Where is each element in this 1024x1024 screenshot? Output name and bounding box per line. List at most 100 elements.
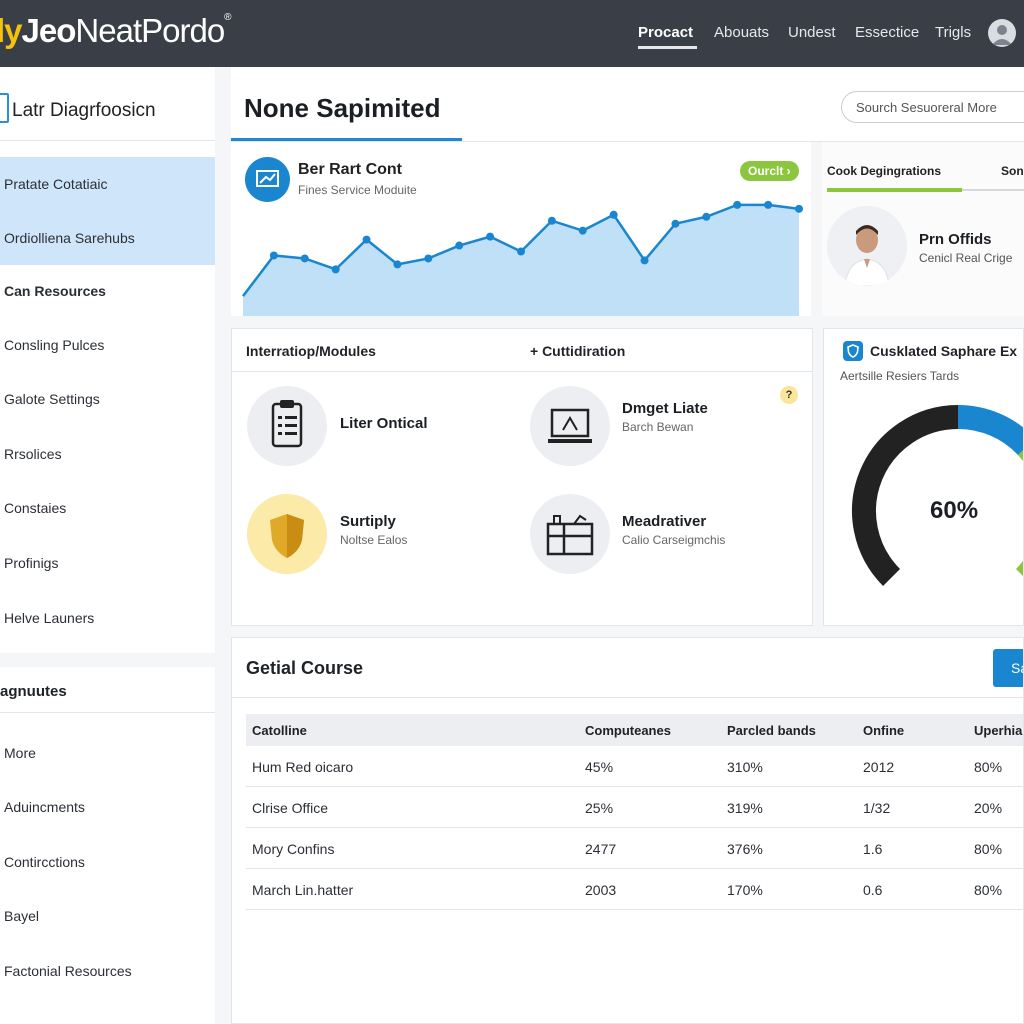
module-title[interactable]: Surtiply	[340, 513, 396, 530]
chart-subtitle: Fines Service Moduite	[298, 183, 417, 197]
chart-badge-button[interactable]: Ourclt ›	[740, 161, 799, 181]
gauge-ring	[852, 405, 1023, 586]
chart-data-point[interactable]	[517, 247, 525, 256]
tab-cook-degingrations[interactable]: Cook Degingrations	[827, 164, 941, 178]
table-cell: 80%	[974, 841, 1003, 857]
brand-logo-part: Jeo	[21, 12, 77, 49]
table-cell: 20%	[974, 800, 1003, 816]
nav-item-procact[interactable]: Procact	[638, 24, 693, 41]
table-cell: 0.6	[863, 882, 883, 898]
column-header[interactable]: Parcled bands	[727, 723, 816, 738]
sidebar-item-constaies[interactable]: Constaies	[0, 481, 215, 535]
sidebar-header: Latr Diagrfoosicn	[0, 67, 215, 141]
chart-title: Ber Rart Cont	[298, 161, 403, 178]
chart-data-point[interactable]	[331, 265, 340, 274]
table-cell: 310%	[727, 759, 763, 775]
table-cell: 2003	[585, 882, 617, 898]
column-header[interactable]: Catolline	[252, 723, 307, 738]
sidebar-item-profinigs[interactable]: Profinigs	[0, 536, 215, 590]
table-cell: 25%	[585, 800, 614, 816]
course-title: Getial Course	[246, 658, 364, 678]
sidebar-item-can-resources[interactable]: Can Resources	[0, 264, 215, 318]
course-action-button[interactable]: Sa	[993, 649, 1023, 687]
table-cell: 2012	[863, 759, 895, 775]
module-subtitle: Noltse Ealos	[340, 533, 408, 547]
nav-active-underline	[638, 46, 697, 49]
tab-active-indicator	[827, 188, 962, 192]
chart-data-point[interactable]	[362, 235, 371, 244]
module-subtitle: Barch Bewan	[622, 420, 694, 434]
help-icon[interactable]: ?	[780, 386, 798, 404]
profile-panel: Cook Degingrations Son Prn Offids Cenicl…	[822, 142, 1024, 316]
workbench-icon[interactable]	[530, 494, 610, 574]
brand-logo[interactable]: lyJeoNeatPordo®	[0, 12, 232, 50]
sidebar-item-rrsolices[interactable]: Rrsolices	[0, 427, 215, 481]
chart-data-point[interactable]	[547, 216, 556, 225]
table-header: Catolline Computeanes Parcled bands Onfi…	[246, 714, 1023, 746]
column-header[interactable]: Uperhia	[974, 723, 1022, 738]
table-row[interactable]: Hum Red oicaro 45% 310% 2012 80%	[246, 746, 1023, 787]
chart-data-point[interactable]	[640, 256, 649, 265]
chart-data-point[interactable]	[455, 241, 464, 250]
sidebar-item-helve-launers[interactable]: Helve Launers	[0, 591, 215, 645]
table-cell: Clrise Office	[252, 800, 328, 816]
nav-item-essectice[interactable]: Essectice	[855, 24, 919, 41]
sidebar-item-more[interactable]: More	[0, 726, 215, 780]
table-cell: 170%	[727, 882, 763, 898]
chart-card-icon	[245, 157, 290, 202]
user-avatar-icon[interactable]	[988, 19, 1016, 47]
chart-data-point[interactable]	[393, 260, 402, 269]
nav-item-undest[interactable]: Undest	[788, 24, 836, 41]
module-title[interactable]: Liter Ontical	[340, 415, 428, 432]
table-cell: 45%	[585, 759, 614, 775]
chart-data-point[interactable]	[702, 212, 711, 221]
table-cell: 80%	[974, 882, 1003, 898]
chart-data-point[interactable]	[486, 232, 495, 241]
module-title[interactable]: Dmget Liate	[622, 400, 708, 417]
table-cell: Mory Confins	[252, 841, 335, 857]
chart-data-point[interactable]	[671, 219, 680, 228]
chart-data-point[interactable]	[764, 200, 773, 209]
sidebar-item-ordiolliena[interactable]: Ordiolliena Sarehubs	[0, 211, 215, 265]
chart-data-point[interactable]	[795, 204, 803, 213]
table-row[interactable]: March Lin.hatter 2003 170% 0.6 80%	[246, 869, 1023, 910]
chart-data-point[interactable]	[578, 226, 587, 235]
monitor-icon[interactable]	[530, 386, 610, 466]
chart-data-point[interactable]	[269, 251, 278, 260]
table-cell: March Lin.hatter	[252, 882, 354, 898]
gauge-value: 60%	[930, 497, 979, 524]
top-navbar: lyJeoNeatPordo® Procact Abouats Undest E…	[0, 0, 1024, 67]
sidebar-section-title: agnuutes	[0, 667, 215, 713]
column-header[interactable]: Computeanes	[585, 723, 671, 738]
table-row[interactable]: Clrise Office 25% 319% 1/32 20%	[246, 787, 1023, 828]
modules-heading: Interratiop/Modules	[246, 343, 376, 359]
chart-data-point[interactable]	[424, 254, 433, 263]
tab-son[interactable]: Son	[1001, 164, 1024, 178]
shield-icon[interactable]	[247, 494, 327, 574]
clipboard-list-icon[interactable]	[247, 386, 327, 466]
column-header[interactable]: Onfine	[863, 723, 904, 738]
nav-item-abouats[interactable]: Abouats	[714, 24, 769, 41]
chart-area-fill	[243, 204, 799, 316]
chart-data-point[interactable]	[733, 200, 742, 209]
profile-name: Prn Offids	[919, 231, 992, 248]
sidebar-item-contircctions[interactable]: Contircctions	[0, 835, 215, 889]
sidebar-item-aduincments[interactable]: Aduincments	[0, 780, 215, 834]
tab-inactive-indicator	[962, 189, 1024, 191]
chart-data-point[interactable]	[300, 254, 309, 263]
sidebar-divider	[0, 653, 215, 667]
module-title[interactable]: Meadrativer	[622, 513, 706, 530]
sidebar-item-factonial-resources[interactable]: Factonial Resources	[0, 944, 215, 998]
brand-logo-part: ly	[0, 12, 23, 49]
sidebar-item-galote-settings[interactable]: Galote Settings	[0, 372, 215, 426]
sidebar-item-pratate[interactable]: Pratate Cotatiaic	[0, 157, 215, 211]
cuttidiration-link[interactable]: + Cuttidiration	[530, 343, 625, 359]
search-input[interactable]: Sourch Sesuoreral More	[841, 91, 1024, 123]
profile-avatar	[827, 206, 907, 286]
chart-data-point[interactable]	[609, 210, 618, 219]
sidebar-item-bayel[interactable]: Bayel	[0, 889, 215, 943]
nav-item-trigls[interactable]: Trigls	[935, 24, 971, 41]
sidebar-item-consling[interactable]: Consling Pulces	[0, 318, 215, 372]
sidebar: Latr Diagrfoosicn Pratate Cotatiaic Ordi…	[0, 67, 215, 1024]
table-row[interactable]: Mory Confins 2477 376% 1.6 80%	[246, 828, 1023, 869]
